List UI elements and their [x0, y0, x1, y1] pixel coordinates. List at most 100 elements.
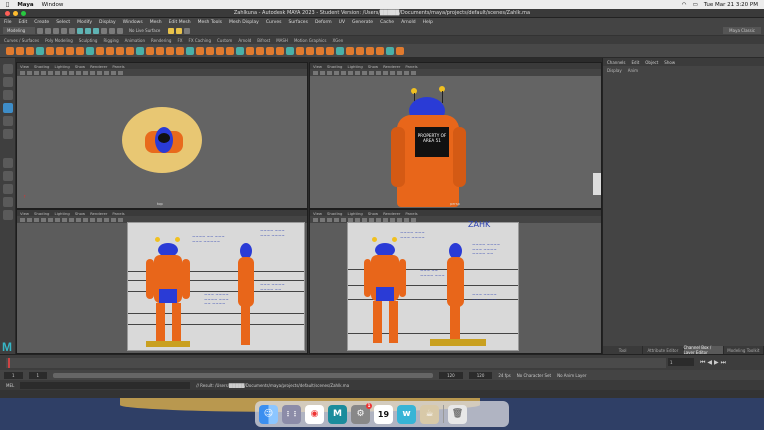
apple-icon[interactable]:  [6, 2, 9, 8]
shelf-tool-icon[interactable] [216, 46, 224, 55]
anim-layer-select[interactable]: No Anim Layer [557, 373, 586, 378]
viewport-menu-panels[interactable]: Panels [112, 211, 124, 216]
shelf-tool-icon[interactable] [116, 46, 124, 55]
shelf-tool-icon[interactable] [146, 46, 154, 55]
viewport-menu-panels[interactable]: Panels [112, 64, 124, 69]
snap-point-icon[interactable] [117, 27, 123, 34]
viewport-menu-shading[interactable]: Shading [327, 64, 342, 69]
menu-deform[interactable]: Deform [315, 20, 332, 25]
shelf-tool-icon[interactable] [166, 46, 174, 55]
shelf-tool-icon[interactable] [6, 46, 14, 55]
menu-modify[interactable]: Modify [77, 20, 92, 25]
shelf-tool-icon[interactable] [296, 46, 304, 55]
fps-select[interactable]: 24 fps [498, 373, 510, 378]
zoom-window-button[interactable] [21, 11, 26, 16]
viewport-menu-panels[interactable]: Panels [405, 211, 417, 216]
undo-icon[interactable] [61, 27, 67, 34]
menu-select[interactable]: Select [56, 20, 70, 25]
new-scene-icon[interactable] [37, 27, 43, 34]
menu-generate[interactable]: Generate [352, 20, 373, 25]
shelf-tool-icon[interactable] [316, 46, 324, 55]
viewport-menu-show[interactable]: Show [75, 64, 85, 69]
viewport-menu-view[interactable]: View [313, 64, 322, 69]
shelf-tool-icon[interactable] [306, 46, 314, 55]
timeline-track[interactable] [6, 358, 666, 368]
minimize-window-button[interactable] [13, 11, 18, 16]
viewport-menu-view[interactable]: View [313, 211, 322, 216]
character-set-select[interactable]: No Character Set [517, 373, 551, 378]
viewport-menu-show[interactable]: Show [368, 211, 378, 216]
clock[interactable]: Tue Mar 21 3:20 PM [704, 2, 758, 8]
shelf-tool-icon[interactable] [356, 46, 364, 55]
menu-surfaces[interactable]: Surfaces [288, 20, 308, 25]
shelf-tool-icon[interactable] [326, 46, 334, 55]
shelf-tool-icon[interactable] [186, 46, 194, 55]
shelf-tool-icon[interactable] [276, 46, 284, 55]
menu-mesh-tools[interactable]: Mesh Tools [198, 20, 222, 25]
shelf-tab-13[interactable]: XGen [332, 38, 343, 43]
snap-curve-icon[interactable] [109, 27, 115, 34]
channel-box-tab-object[interactable]: Object [645, 60, 658, 65]
side-tab-3[interactable]: Modeling Toolkit [723, 346, 764, 354]
menu-uv[interactable]: UV [339, 20, 345, 25]
scale-tool-icon[interactable] [3, 129, 13, 139]
chrome-icon[interactable]: ◉ [305, 404, 324, 424]
calendar-icon[interactable]: 19 [374, 404, 393, 424]
menu-arnold[interactable]: Arnold [401, 20, 416, 25]
shelf-tool-icon[interactable] [256, 46, 264, 55]
shelf-tab-9[interactable]: Arnold [238, 38, 251, 43]
shelf-tool-icon[interactable] [376, 46, 384, 55]
side-tab-0[interactable]: Tool [603, 346, 644, 354]
shelf-tool-icon[interactable] [286, 46, 294, 55]
range-end-field[interactable]: 120 [439, 371, 463, 379]
viewport-menu-shading[interactable]: Shading [34, 64, 49, 69]
select-object-icon[interactable] [85, 27, 91, 34]
shelf-tool-icon[interactable] [76, 46, 84, 55]
layer-tab-anim[interactable]: Anim [628, 68, 638, 73]
redo-icon[interactable] [69, 27, 75, 34]
current-frame-marker[interactable] [8, 358, 10, 368]
shelf-tool-icon[interactable] [236, 46, 244, 55]
maya-icon[interactable]: M [328, 404, 347, 424]
select-component-icon[interactable] [93, 27, 99, 34]
menu-edit-mesh[interactable]: Edit Mesh [169, 20, 191, 25]
shelf-tab-12[interactable]: Motion Graphics [294, 38, 327, 43]
outliner-layout-icon[interactable] [3, 197, 13, 207]
select-hierarchy-icon[interactable] [77, 27, 83, 34]
shelf-tab-8[interactable]: Custom [217, 38, 232, 43]
current-frame-field[interactable]: 1 [668, 358, 694, 366]
end-field[interactable]: 120 [468, 371, 493, 379]
shelf-tool-icon[interactable] [56, 46, 64, 55]
launchpad-icon[interactable]: ⋮⋮ [282, 404, 301, 424]
live-surface-label[interactable]: No Live Surface [129, 28, 160, 33]
shelf-tool-icon[interactable] [176, 46, 184, 55]
graph-layout-icon[interactable] [3, 210, 13, 220]
shelf-tool-icon[interactable] [36, 46, 44, 55]
time-slider[interactable]: 1 ⏮◀▶⏭ [0, 354, 764, 370]
layout-single-icon[interactable] [3, 158, 13, 168]
start-field[interactable]: 1 [4, 371, 23, 379]
viewport-front[interactable]: View Shading Lighting Show Renderer Panels ~~… [16, 209, 308, 354]
shelf-tool-icon[interactable] [266, 46, 274, 55]
viewport-menu-lighting[interactable]: Lighting [347, 211, 362, 216]
range-start-field[interactable]: 1 [28, 371, 48, 379]
range-bar[interactable] [53, 372, 434, 378]
shelf-tool-icon[interactable] [206, 46, 214, 55]
shelf-tool-icon[interactable] [66, 46, 74, 55]
shelf-tool-icon[interactable] [136, 46, 144, 55]
menu-file[interactable]: File [4, 20, 12, 25]
viewport-menu-renderer[interactable]: Renderer [90, 64, 107, 69]
menu-cache[interactable]: Cache [380, 20, 394, 25]
settings-icon[interactable]: ⚙ 1 [351, 402, 372, 424]
menu-app[interactable]: Maya [17, 2, 33, 8]
trash-icon[interactable]: 🗑 [448, 404, 467, 424]
render-icon[interactable] [168, 27, 175, 34]
finder-icon[interactable]: ☺ [259, 404, 278, 424]
shelf-tool-icon[interactable] [106, 46, 114, 55]
word-icon[interactable]: w [397, 404, 416, 424]
layout-four-icon[interactable] [3, 171, 13, 181]
viewport-menu-panels[interactable]: Panels [405, 64, 417, 69]
shelf-tool-icon[interactable] [336, 46, 344, 55]
shelf-tool-icon[interactable] [16, 46, 24, 55]
viewport-menu-view[interactable]: View [20, 211, 29, 216]
